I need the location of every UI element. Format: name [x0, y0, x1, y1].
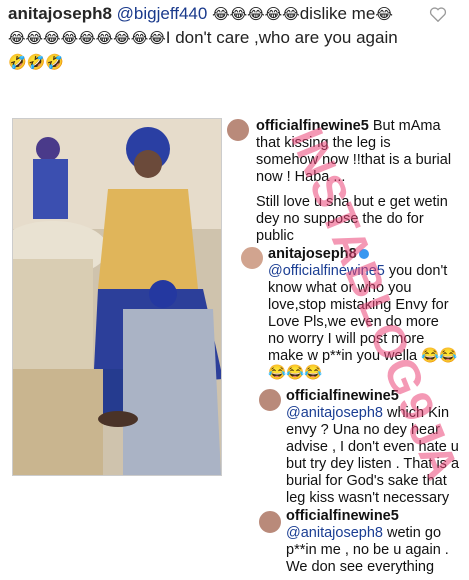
avatar[interactable] [226, 118, 250, 142]
comment: officialfinewine5 @anitajoseph8 wetin go… [286, 508, 461, 576]
comment-mention[interactable]: @bigjeff440 [117, 4, 208, 23]
rofl-emoji-icon: 🤣🤣🤣 [8, 53, 65, 71]
avatar[interactable] [258, 388, 282, 412]
laughing-emoji-icon: 😂😂😂😂😂😂😂😂😂 [8, 29, 166, 47]
comment-text: dislike me [299, 4, 376, 23]
heart-icon[interactable] [429, 6, 447, 22]
comment-username[interactable]: officialfinewine5 [286, 508, 399, 524]
comment-mention[interactable]: @anitajoseph8 [286, 405, 383, 421]
avatar[interactable] [258, 510, 282, 534]
laughing-emoji-icon: 😂 [375, 5, 393, 23]
comment-username[interactable]: anitajoseph8 [8, 4, 112, 23]
comment-text: I don't care ,who are you again [165, 28, 398, 47]
top-comment: anitajoseph8 @bigjeff440 😂😂😂😂😂dislike me… [8, 2, 428, 74]
comment-mention[interactable]: @anitajoseph8 [286, 525, 383, 541]
laughing-emoji-icon: 😂😂😂😂😂 [212, 5, 300, 23]
avatar[interactable] [240, 246, 264, 270]
event-photo [12, 118, 222, 476]
